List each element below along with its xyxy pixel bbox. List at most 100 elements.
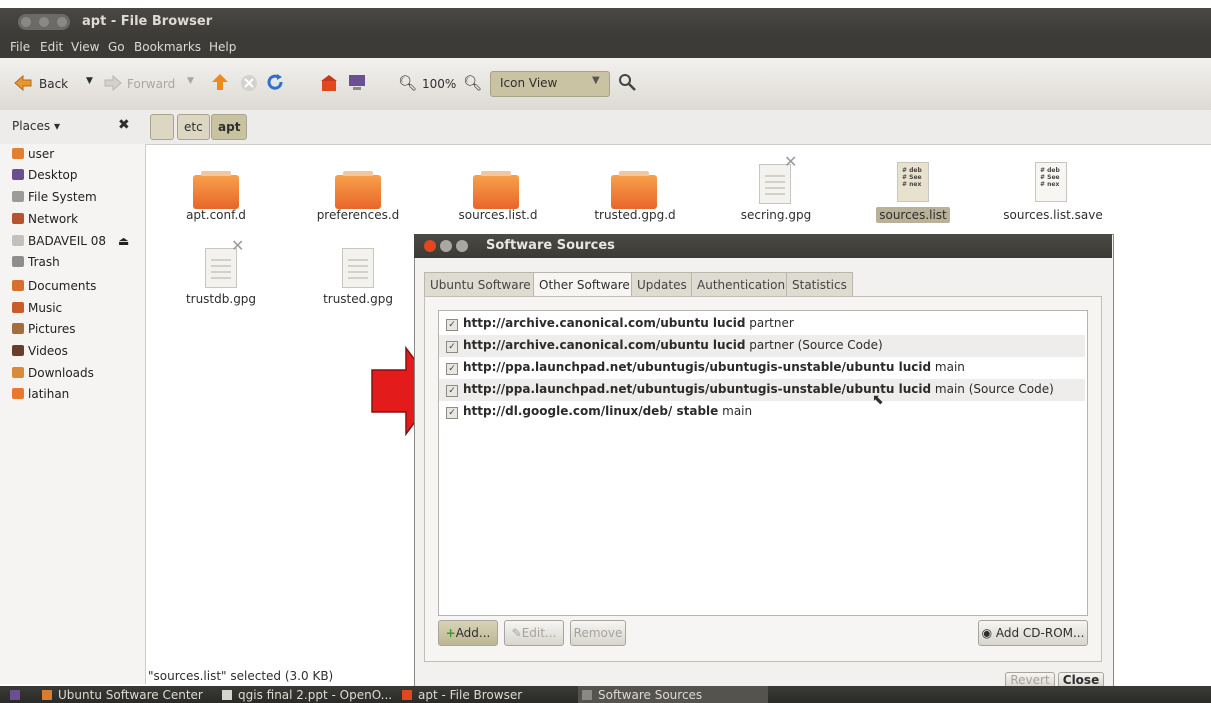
chevron-down-icon: ▼ xyxy=(592,75,600,86)
window-controls[interactable] xyxy=(18,14,70,30)
sidebar-item[interactable]: latihan xyxy=(12,387,69,401)
up-arrow-icon[interactable] xyxy=(211,73,229,91)
zoom-out-icon[interactable]: 🔍︎ xyxy=(398,74,417,92)
menu-help[interactable]: Help xyxy=(209,40,236,54)
home-icon[interactable] xyxy=(320,74,338,92)
folder-icon[interactable] xyxy=(193,171,239,209)
forward-button[interactable]: Forward xyxy=(127,77,175,91)
computer-icon[interactable] xyxy=(348,73,366,91)
tab-updates[interactable]: Updates xyxy=(631,272,693,298)
file-label[interactable]: secring.gpg xyxy=(730,208,822,222)
selected-file-label[interactable]: sources.list xyxy=(876,207,950,223)
file-label[interactable]: trusted.gpg.d xyxy=(582,208,688,222)
source-checkbox[interactable]: ✓ xyxy=(446,319,458,331)
home-folder-icon xyxy=(12,148,24,159)
sidebar-item[interactable]: Downloads xyxy=(12,366,94,380)
desktop-icon xyxy=(12,169,24,180)
text-file-icon[interactable]: # deb # See # nex xyxy=(897,162,929,202)
plus-icon: + xyxy=(445,626,456,640)
taskbar-item-software-center[interactable]: Ubuntu Software Center xyxy=(42,688,203,702)
back-dropdown-icon[interactable]: ▼ xyxy=(86,76,93,86)
sidebar-item-label: Desktop xyxy=(28,168,78,182)
taskbar-label: Software Sources xyxy=(598,688,703,702)
maximize-window-icon[interactable] xyxy=(57,17,67,27)
add-button[interactable]: +Add... xyxy=(438,620,498,646)
source-checkbox[interactable]: ✓ xyxy=(446,363,458,375)
sidebar-item[interactable]: File System xyxy=(12,190,97,204)
source-url: http://archive.canonical.com/ubuntu luci… xyxy=(463,338,746,352)
text-file-icon[interactable]: # deb # See # nex xyxy=(1035,162,1067,202)
file-label[interactable]: preferences.d xyxy=(305,208,411,222)
folder-icon[interactable] xyxy=(611,171,657,209)
reload-icon[interactable] xyxy=(266,73,284,91)
show-desktop-icon[interactable] xyxy=(10,688,26,702)
source-components: partner (Source Code) xyxy=(749,338,883,352)
sidebar-item[interactable]: Videos xyxy=(12,344,68,358)
view-mode-label: Icon View xyxy=(500,76,558,90)
places-dropdown[interactable]: Places ▾ xyxy=(12,119,60,133)
sidebar-item-label: Network xyxy=(28,212,79,226)
source-text: http://ppa.launchpad.net/ubuntugis/ubunt… xyxy=(463,382,1054,396)
add-cdrom-button[interactable]: ◉ Add CD-ROM... xyxy=(978,620,1088,646)
dialog-minimize-icon[interactable] xyxy=(440,240,452,252)
edit-button[interactable]: ✎Edit... xyxy=(504,620,564,646)
menu-view[interactable]: View xyxy=(71,40,99,54)
sidebar-item[interactable]: Pictures xyxy=(12,322,76,336)
stop-icon[interactable] xyxy=(240,74,258,92)
menu-file[interactable]: File xyxy=(10,40,30,54)
file-label[interactable]: trustdb.gpg xyxy=(172,292,270,306)
source-url: http://dl.google.com/linux/deb/ stable xyxy=(463,404,719,418)
tab-statistics[interactable]: Statistics xyxy=(786,272,853,298)
taskbar-item-software-sources[interactable]: Software Sources xyxy=(582,688,702,702)
back-arrow-icon[interactable] xyxy=(14,74,32,92)
sidebar-item[interactable]: Documents xyxy=(12,279,96,293)
sidebar-item[interactable]: Trash xyxy=(12,255,60,269)
sidebar-item[interactable]: Network xyxy=(12,212,78,226)
zoom-in-icon[interactable]: 🔍︎ xyxy=(463,74,482,92)
minimize-window-icon[interactable] xyxy=(39,17,49,27)
folder-icon[interactable] xyxy=(473,171,519,209)
sidebar-item[interactable]: BADAVEIL 08 xyxy=(12,234,106,248)
videos-folder-icon xyxy=(12,345,24,356)
file-label-selected[interactable]: sources.list xyxy=(872,207,954,223)
breadcrumb-etc[interactable]: etc xyxy=(177,114,210,140)
menu-go[interactable]: Go xyxy=(108,40,125,54)
tab-ubuntu-software[interactable]: Ubuntu Software xyxy=(424,272,537,298)
source-checkbox[interactable]: ✓ xyxy=(446,407,458,419)
unreadable-emblem-icon: ✕ xyxy=(231,236,245,255)
source-checkbox[interactable]: ✓ xyxy=(446,385,458,397)
folder-icon[interactable] xyxy=(335,171,381,209)
remove-button[interactable]: Remove xyxy=(570,620,626,646)
file-label[interactable]: apt.conf.d xyxy=(170,208,262,222)
close-sidebar-icon[interactable]: ✖ xyxy=(118,117,130,133)
downloads-folder-icon xyxy=(12,367,24,378)
file-label[interactable]: sources.list.save xyxy=(995,208,1111,222)
menu-bookmarks[interactable]: Bookmarks xyxy=(134,40,201,54)
back-button[interactable]: Back xyxy=(39,77,68,91)
menu-edit[interactable]: Edit xyxy=(40,40,63,54)
eject-icon[interactable]: ⏏ xyxy=(118,234,129,248)
source-checkbox[interactable]: ✓ xyxy=(446,341,458,353)
forward-arrow-icon[interactable] xyxy=(104,74,122,92)
dialog-maximize-icon[interactable] xyxy=(456,240,468,252)
forward-dropdown-icon[interactable]: ▼ xyxy=(187,76,194,86)
dialog-close-icon[interactable] xyxy=(424,240,436,252)
tab-other-software[interactable]: Other Software xyxy=(533,272,636,298)
breadcrumb-root-disk-icon[interactable] xyxy=(150,114,174,140)
breadcrumb-apt[interactable]: apt xyxy=(211,114,248,140)
taskbar-item-openoffice[interactable]: qgis final 2.ppt - OpenO... xyxy=(222,688,392,702)
file-label[interactable]: trusted.gpg xyxy=(312,292,404,306)
source-url: http://ppa.launchpad.net/ubuntugis/ubunt… xyxy=(463,382,932,396)
file-label[interactable]: sources.list.d xyxy=(445,208,551,222)
document-icon[interactable] xyxy=(342,248,374,288)
close-window-icon[interactable] xyxy=(21,17,31,27)
sidebar-item[interactable]: Desktop xyxy=(12,168,78,182)
search-icon[interactable] xyxy=(618,73,636,91)
edit-button-label: Edit... xyxy=(521,626,557,640)
sidebar-item[interactable]: Music xyxy=(12,301,62,315)
sidebar-item[interactable]: user xyxy=(12,147,54,161)
taskbar-item-file-browser[interactable]: apt - File Browser xyxy=(402,688,522,702)
window-title: apt - File Browser xyxy=(82,14,213,29)
tab-authentication[interactable]: Authentication xyxy=(691,272,792,298)
trash-icon xyxy=(12,256,24,267)
